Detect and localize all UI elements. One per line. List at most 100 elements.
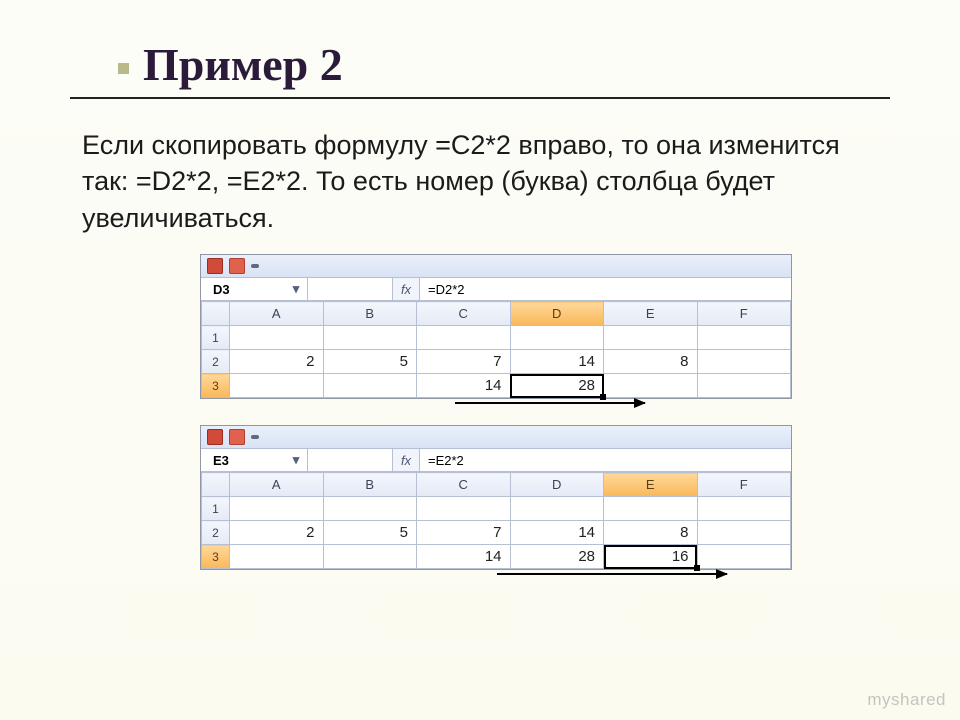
table-row: 1 xyxy=(202,326,791,350)
col-header[interactable]: E xyxy=(604,302,698,326)
title-text: Пример 2 xyxy=(143,39,343,90)
formula-bar: E3 ▾ fx =E2*2 xyxy=(201,449,791,472)
name-box-value: D3 xyxy=(213,282,230,297)
cell[interactable] xyxy=(323,326,417,350)
col-header[interactable]: E xyxy=(604,473,698,497)
cell[interactable] xyxy=(323,545,417,569)
divider xyxy=(70,97,890,99)
table-row: 2257148 xyxy=(202,521,791,545)
cell[interactable] xyxy=(230,326,324,350)
corner-cell[interactable] xyxy=(202,302,230,326)
cell[interactable] xyxy=(697,326,791,350)
cell[interactable]: 5 xyxy=(323,521,417,545)
formula-bar: D3 ▾ fx =D2*2 xyxy=(201,278,791,301)
cell[interactable]: 14 xyxy=(510,521,604,545)
cell[interactable] xyxy=(604,374,698,398)
name-box-value: E3 xyxy=(213,453,229,468)
pdf-icon[interactable] xyxy=(207,429,223,445)
col-header-row: ABCDEF xyxy=(202,473,791,497)
cell[interactable]: 8 xyxy=(604,521,698,545)
col-header[interactable]: F xyxy=(697,473,791,497)
pdf-export-icon[interactable] xyxy=(229,429,245,445)
toolbar-dropdown-icon[interactable] xyxy=(251,264,259,268)
cell[interactable]: 7 xyxy=(417,521,511,545)
toolbar xyxy=(201,255,791,278)
watermark: myshared xyxy=(867,690,946,710)
col-header[interactable]: A xyxy=(230,302,324,326)
toolbar xyxy=(201,426,791,449)
slide-title: Пример 2 xyxy=(118,38,890,91)
cell[interactable]: 28 xyxy=(510,374,604,398)
cell[interactable]: 14 xyxy=(417,374,511,398)
cell[interactable] xyxy=(697,521,791,545)
row-header[interactable]: 1 xyxy=(202,497,230,521)
excel-snippet-2: E3 ▾ fx =E2*2 ABCDEF 122571483142816 xyxy=(200,425,792,570)
toolbar-dropdown-icon[interactable] xyxy=(251,435,259,439)
cell[interactable] xyxy=(604,497,698,521)
row-header[interactable]: 3 xyxy=(202,374,230,398)
pdf-export-icon[interactable] xyxy=(229,258,245,274)
col-header[interactable]: B xyxy=(323,302,417,326)
cell[interactable] xyxy=(510,497,604,521)
col-header[interactable]: C xyxy=(417,473,511,497)
bullet-icon xyxy=(118,63,129,74)
fx-button[interactable]: fx xyxy=(393,278,420,300)
cell[interactable] xyxy=(604,326,698,350)
col-header[interactable]: C xyxy=(417,302,511,326)
excel-snippet-1: D3 ▾ fx =D2*2 ABCDEF 1225714831428 xyxy=(200,254,792,399)
table-row: 1 xyxy=(202,497,791,521)
col-header[interactable]: B xyxy=(323,473,417,497)
row-header[interactable]: 2 xyxy=(202,521,230,545)
col-header[interactable]: D xyxy=(510,302,604,326)
slide-body: Если скопировать формулу =C2*2 вправо, т… xyxy=(82,127,890,236)
cell[interactable] xyxy=(417,326,511,350)
cell[interactable] xyxy=(323,497,417,521)
table-row: 3 142816 xyxy=(202,545,791,569)
col-header-row: ABCDEF xyxy=(202,302,791,326)
row-header[interactable]: 2 xyxy=(202,350,230,374)
formula-bar-spacer xyxy=(308,278,393,300)
fill-handle[interactable] xyxy=(600,394,606,400)
col-header[interactable]: D xyxy=(510,473,604,497)
cell[interactable] xyxy=(510,326,604,350)
cell[interactable] xyxy=(323,374,417,398)
cell[interactable] xyxy=(417,497,511,521)
fx-button[interactable]: fx xyxy=(393,449,420,471)
cell[interactable]: 14 xyxy=(417,545,511,569)
cell[interactable]: 8 xyxy=(604,350,698,374)
row-header[interactable]: 1 xyxy=(202,326,230,350)
cell[interactable]: 16 xyxy=(604,545,698,569)
cell[interactable] xyxy=(697,374,791,398)
cell[interactable]: 2 xyxy=(230,350,324,374)
cell[interactable] xyxy=(230,374,324,398)
spreadsheet-grid[interactable]: ABCDEF 1225714831428 xyxy=(201,301,791,398)
row-header[interactable]: 3 xyxy=(202,545,230,569)
formula-input[interactable]: =E2*2 xyxy=(420,449,791,471)
chevron-down-icon[interactable]: ▾ xyxy=(289,282,303,296)
cell[interactable] xyxy=(697,545,791,569)
formula-bar-spacer xyxy=(308,449,393,471)
cell[interactable] xyxy=(697,350,791,374)
col-header[interactable]: F xyxy=(697,302,791,326)
corner-cell[interactable] xyxy=(202,473,230,497)
cell[interactable]: 2 xyxy=(230,521,324,545)
arrow-right-icon xyxy=(455,402,645,404)
col-header[interactable]: A xyxy=(230,473,324,497)
cell[interactable]: 5 xyxy=(323,350,417,374)
cell[interactable] xyxy=(230,497,324,521)
arrow-right-icon xyxy=(497,573,727,575)
name-box[interactable]: D3 ▾ xyxy=(201,278,308,300)
table-row: 3 1428 xyxy=(202,374,791,398)
cell[interactable] xyxy=(230,545,324,569)
cell[interactable] xyxy=(697,497,791,521)
cell[interactable]: 7 xyxy=(417,350,511,374)
pdf-icon[interactable] xyxy=(207,258,223,274)
formula-input[interactable]: =D2*2 xyxy=(420,278,791,300)
fill-handle[interactable] xyxy=(694,565,700,571)
chevron-down-icon[interactable]: ▾ xyxy=(289,453,303,467)
table-row: 2257148 xyxy=(202,350,791,374)
spreadsheet-grid[interactable]: ABCDEF 122571483142816 xyxy=(201,472,791,569)
cell[interactable]: 14 xyxy=(510,350,604,374)
cell[interactable]: 28 xyxy=(510,545,604,569)
name-box[interactable]: E3 ▾ xyxy=(201,449,308,471)
